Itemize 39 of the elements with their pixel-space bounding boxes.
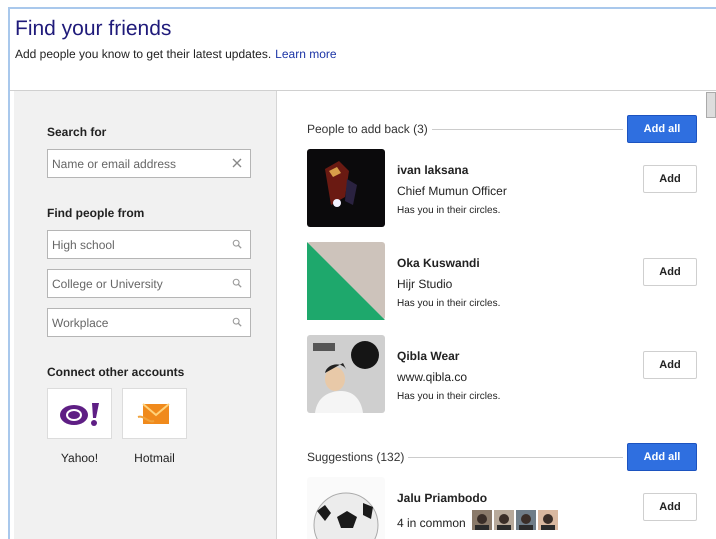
- add-all-button[interactable]: Add all: [627, 115, 697, 143]
- person-note: Has you in their circles.: [397, 205, 502, 216]
- search-field[interactable]: Workplace: [47, 308, 251, 337]
- person-name: ivan laksana: [397, 163, 470, 177]
- add-button[interactable]: Add: [643, 165, 697, 193]
- scrollbar-thumb[interactable]: [706, 92, 716, 118]
- close-icon[interactable]: [232, 158, 242, 168]
- person-note: Has you in their circles.: [397, 391, 502, 402]
- section-heading: Connect other accounts: [47, 365, 186, 379]
- common-count: 4 in common: [397, 516, 466, 530]
- account-button[interactable]: [47, 388, 112, 439]
- section-heading: Suggestions (132): [307, 450, 404, 464]
- add-button[interactable]: Add: [643, 351, 697, 379]
- person-note: Has you in their circles.: [397, 298, 502, 309]
- search-field[interactable]: College or University: [47, 269, 251, 298]
- add-button[interactable]: Add: [643, 258, 697, 286]
- search-field[interactable]: Name or email address: [47, 149, 251, 178]
- person-name: Jalu Priambodo: [397, 491, 488, 505]
- section-heading: People to add back (3): [307, 122, 428, 136]
- account-label: Hotmail: [134, 451, 175, 465]
- search-icon: [232, 317, 242, 327]
- person-detail: Hijr Studio: [397, 277, 454, 291]
- person-name: Qibla Wear: [397, 349, 460, 363]
- person-detail: Chief Mumun Officer: [397, 184, 508, 198]
- search-icon: [232, 278, 242, 288]
- search-field[interactable]: High school: [47, 230, 251, 259]
- page-title: Find your friends: [15, 17, 172, 41]
- section-heading: Search for: [47, 125, 108, 139]
- page-subtitle: Add people you know to get their latest updates.: [15, 47, 272, 61]
- person-name: Oka Kuswandi: [397, 256, 481, 270]
- learn-more-link[interactable]: Learn more: [275, 47, 337, 61]
- add-button[interactable]: Add: [643, 493, 697, 521]
- person-detail: www.qibla.co: [397, 370, 468, 384]
- add-all-button[interactable]: Add all: [627, 443, 697, 471]
- account-label: Yahoo!: [60, 451, 98, 465]
- section-heading: Find people from: [47, 206, 146, 220]
- yahoo-logo-icon: [58, 400, 102, 426]
- envelope-icon: [136, 400, 172, 426]
- search-icon: [232, 239, 242, 249]
